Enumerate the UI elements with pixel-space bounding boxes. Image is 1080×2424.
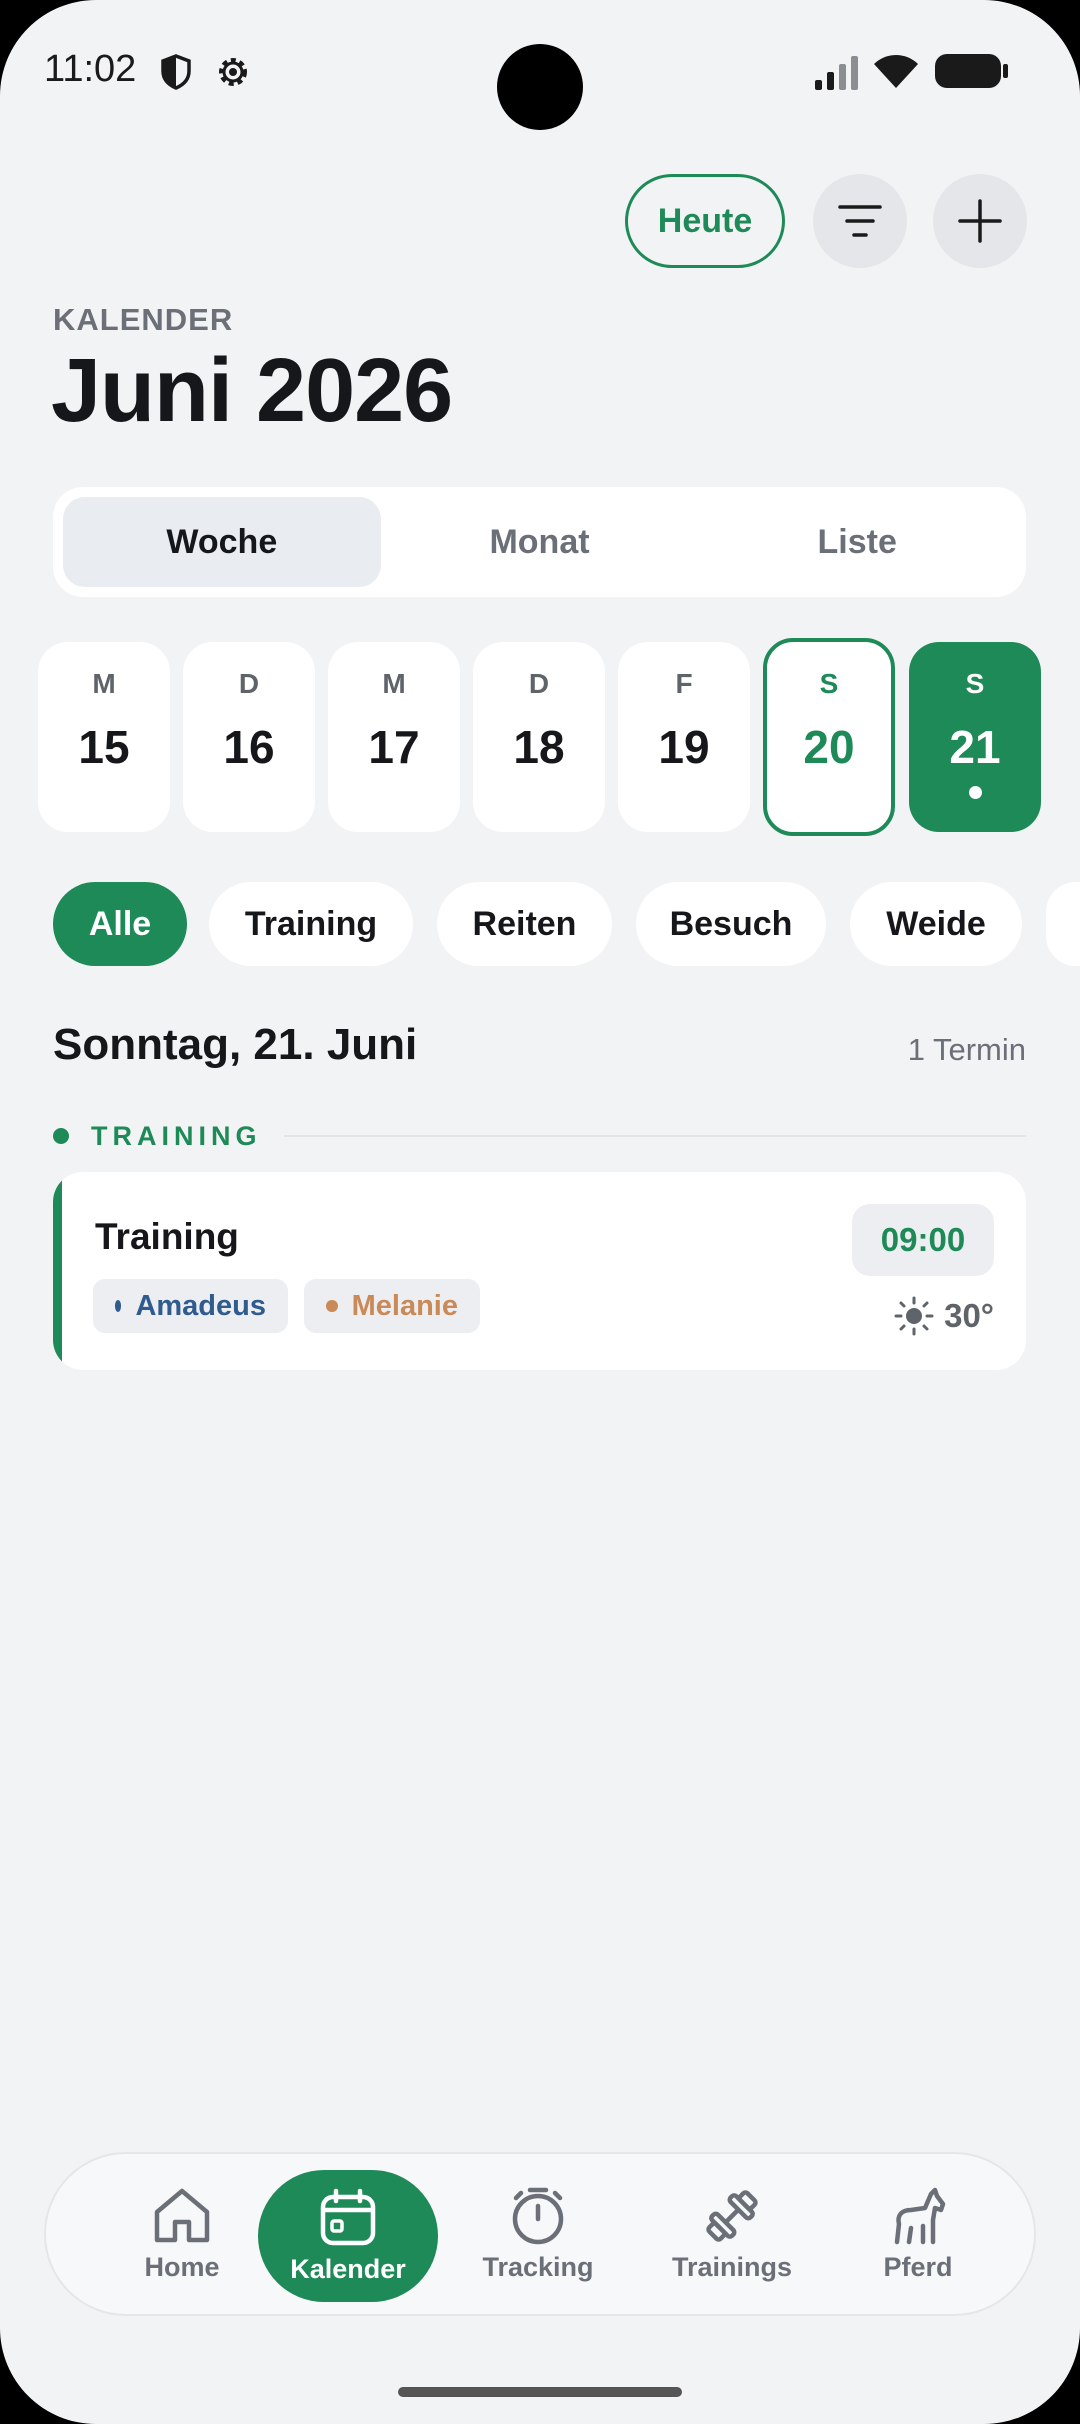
tab-month[interactable]: Monat [381,497,699,587]
add-event-button[interactable] [933,174,1027,268]
filter-chip-all[interactable]: Alle [53,882,187,966]
screen: 11:02 Heute KALENDER Juni 2026 Woche Mon… [0,0,1080,2424]
sun-icon [894,1296,934,1336]
participant-tag-rider: Melanie [304,1279,480,1333]
day-number: 15 [78,721,130,773]
day-number: 20 [803,721,855,773]
day-number: 19 [658,721,710,773]
signal-icon [815,56,858,90]
shield-icon [161,54,191,90]
nav-home[interactable]: Home [104,2154,260,2314]
calendar-icon [320,2188,376,2245]
nav-label: Trainings [671,2251,793,2282]
today-button[interactable]: Heute [625,174,785,268]
nav-horse[interactable]: Pferd [848,2154,988,2314]
nav-calendar[interactable]: Kalender [258,2170,438,2302]
day-number: 21 [949,721,1001,773]
day-letter: S [965,668,985,699]
day-cell[interactable]: M 17 [328,642,460,832]
wifi-icon [874,55,918,88]
day-cell[interactable]: D 18 [473,642,605,832]
event-indicator-dot [968,786,982,799]
plus-icon [958,199,1002,243]
section-header-training: TRAINING [53,1118,1026,1154]
tab-list[interactable]: Liste [698,497,1016,587]
nav-label: Kalender [290,2253,406,2284]
day-letter: D [238,668,260,699]
page-title: Juni 2026 [51,341,453,441]
nav-label: Tracking [482,2251,594,2282]
filter-chip-pasture[interactable]: Weide [850,882,1022,966]
day-cell[interactable]: D 16 [183,642,315,832]
event-card[interactable]: Training Amadeus Melanie 09:00 30° [53,1172,1026,1370]
filter-chip-training[interactable]: Training [209,882,413,966]
filter-chip-riding[interactable]: Reiten [437,882,612,966]
day-cell[interactable]: M 15 [38,642,170,832]
nav-label: Pferd [883,2251,953,2282]
view-switcher: Woche Monat Liste [53,487,1026,597]
day-number: 17 [368,721,420,773]
nav-label: Home [144,2251,220,2282]
event-weather: 30° [894,1296,994,1336]
day-letter: S [819,668,839,699]
status-time: 11:02 [44,48,137,90]
battery-icon [935,54,1008,88]
tag-dot [115,1300,122,1312]
event-title: Training [95,1216,239,1257]
event-time: 09:00 [852,1204,994,1276]
day-letter: M [92,668,116,699]
section-divider [283,1135,1026,1137]
day-letter: D [528,668,550,699]
page-eyebrow: KALENDER [53,302,234,337]
nav-trainings[interactable]: Trainings [650,2154,814,2314]
day-cell[interactable]: F 19 [618,642,750,832]
filter-icon [838,205,882,237]
section-label: TRAINING [91,1120,262,1151]
front-camera [497,44,583,130]
day-number: 16 [223,721,275,773]
settings-gear-icon [219,58,247,86]
day-letter: M [382,668,406,699]
horse-icon [894,2187,946,2244]
tag-dot [326,1300,338,1312]
dumbbell-icon [706,2189,758,2242]
filter-button[interactable] [813,174,907,268]
day-letter: F [675,668,693,699]
nav-tracking[interactable]: Tracking [460,2154,616,2314]
tag-label: Amadeus [135,1289,266,1322]
status-bar: 11:02 [0,0,1080,140]
section-dot [53,1128,69,1144]
selected-day-heading: Sonntag, 21. Juni [53,1020,418,1069]
event-accent-bar [53,1172,62,1370]
tab-week[interactable]: Woche [63,497,381,587]
filter-chip-visit[interactable]: Besuch [636,882,826,966]
tag-label: Melanie [351,1289,458,1322]
participant-tag-horse: Amadeus [93,1279,288,1333]
filter-chip-more[interactable] [1046,882,1080,966]
day-cell-selected[interactable]: S 21 [909,642,1041,832]
home-icon [154,2188,210,2242]
stopwatch-icon [512,2187,564,2244]
day-number: 18 [513,721,565,773]
event-count: 1 Termin [907,1032,1026,1067]
day-cell-today[interactable]: S 20 [763,638,895,836]
bottom-navigation: Home Kalender Tracking Trainings Pferd [44,2152,1036,2316]
home-indicator[interactable] [398,2387,682,2397]
event-temperature: 30° [944,1297,994,1334]
